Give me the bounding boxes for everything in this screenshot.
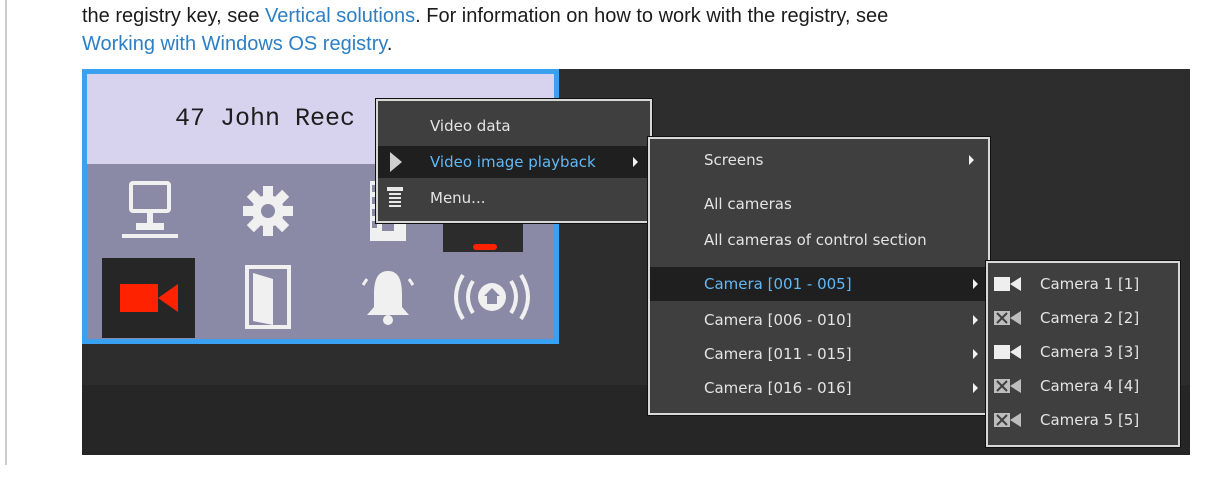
alarm-broadcast-icon[interactable]: [447, 258, 537, 336]
camera-submenu: Camera 1 [1] Camera 2 [2] Camera 3 [3] C…: [986, 261, 1180, 447]
doc-text: .: [386, 33, 393, 55]
network-icon[interactable]: [111, 172, 189, 250]
screenshot-stage: 47 John Reec Video data Video image play…: [82, 69, 1190, 455]
menu-item-video-data[interactable]: Video data: [378, 111, 650, 141]
video-camera-icon[interactable]: [102, 258, 195, 338]
menu-item-video-image-playback[interactable]: Video image playback: [378, 146, 650, 178]
menu-item-label: Camera 2 [2]: [1040, 309, 1140, 327]
menu-item-label: Camera 3 [3]: [1040, 343, 1140, 361]
link-vertical-solutions[interactable]: Vertical solutions: [265, 5, 415, 27]
menu-item-camera-2[interactable]: Camera 2 [2]: [988, 303, 1178, 333]
menu-item-camera-006-010[interactable]: Camera [006 - 010]: [650, 305, 988, 335]
gear-icon[interactable]: [229, 172, 307, 250]
menu-item-label: Camera [016 - 016]: [704, 379, 852, 397]
menu-item-label: All cameras of control section: [704, 231, 927, 249]
camera-icon: [994, 345, 1021, 359]
menu-item-camera-1[interactable]: Camera 1 [1]: [988, 269, 1178, 299]
menu-item-all-cameras[interactable]: All cameras: [650, 189, 988, 219]
playback-submenu: Screens All cameras All cameras of contr…: [648, 137, 990, 415]
submenu-arrow-icon: [969, 155, 974, 165]
camera-disabled-icon: [994, 413, 1021, 427]
play-icon: [390, 152, 402, 172]
submenu-arrow-icon: [973, 279, 978, 289]
control-panel-title: 47 John Reec: [175, 104, 356, 133]
menu-item-label: Camera 4 [4]: [1040, 377, 1140, 395]
bell-icon[interactable]: [349, 258, 427, 336]
menu-item-label: Camera [006 - 010]: [704, 311, 852, 329]
menu-item-label: Camera 1 [1]: [1040, 275, 1140, 293]
menu-item-all-cameras-control-section[interactable]: All cameras of control section: [650, 225, 988, 255]
menu-item-label: Camera [001 - 005]: [704, 275, 852, 293]
menu-item-camera-001-005[interactable]: Camera [001 - 005]: [650, 267, 988, 301]
menu-item-label: Video data: [430, 117, 511, 135]
submenu-arrow-icon: [973, 349, 978, 359]
left-rule: [5, 0, 7, 465]
menu-item-label: Menu...: [430, 189, 486, 207]
menu-item-label: Video image playback: [430, 153, 596, 171]
menu-item-camera-4[interactable]: Camera 4 [4]: [988, 371, 1178, 401]
menu-list-icon: [387, 187, 403, 207]
camera-disabled-icon: [994, 379, 1021, 393]
door-icon[interactable]: [229, 258, 307, 336]
menu-item-camera-3[interactable]: Camera 3 [3]: [988, 337, 1178, 367]
camera-disabled-icon: [994, 311, 1021, 325]
menu-item-label: All cameras: [704, 195, 792, 213]
doc-text: . For information on how to work with th…: [415, 5, 889, 27]
menu-item-camera-016-016[interactable]: Camera [016 - 016]: [650, 373, 988, 403]
menu-item-label: Camera 5 [5]: [1040, 411, 1140, 429]
menu-item-screens[interactable]: Screens: [650, 145, 988, 175]
menu-item-label: Camera [011 - 015]: [704, 345, 852, 363]
menu-item-label: Screens: [704, 151, 764, 169]
menu-item-camera-5[interactable]: Camera 5 [5]: [988, 405, 1178, 435]
submenu-arrow-icon: [973, 315, 978, 325]
camera-icon: [994, 277, 1021, 291]
submenu-arrow-icon: [633, 157, 638, 167]
doc-text: the registry key, see: [82, 5, 266, 27]
menu-item-camera-011-015[interactable]: Camera [011 - 015]: [650, 339, 988, 369]
menu-item-menu[interactable]: Menu...: [378, 183, 650, 213]
submenu-arrow-icon: [973, 383, 978, 393]
context-menu: Video data Video image playback Menu...: [376, 99, 652, 223]
doc-paragraph: the registry key, see Vertical solutions…: [82, 2, 1192, 58]
link-working-with-registry[interactable]: Working with Windows OS registry: [82, 33, 387, 55]
